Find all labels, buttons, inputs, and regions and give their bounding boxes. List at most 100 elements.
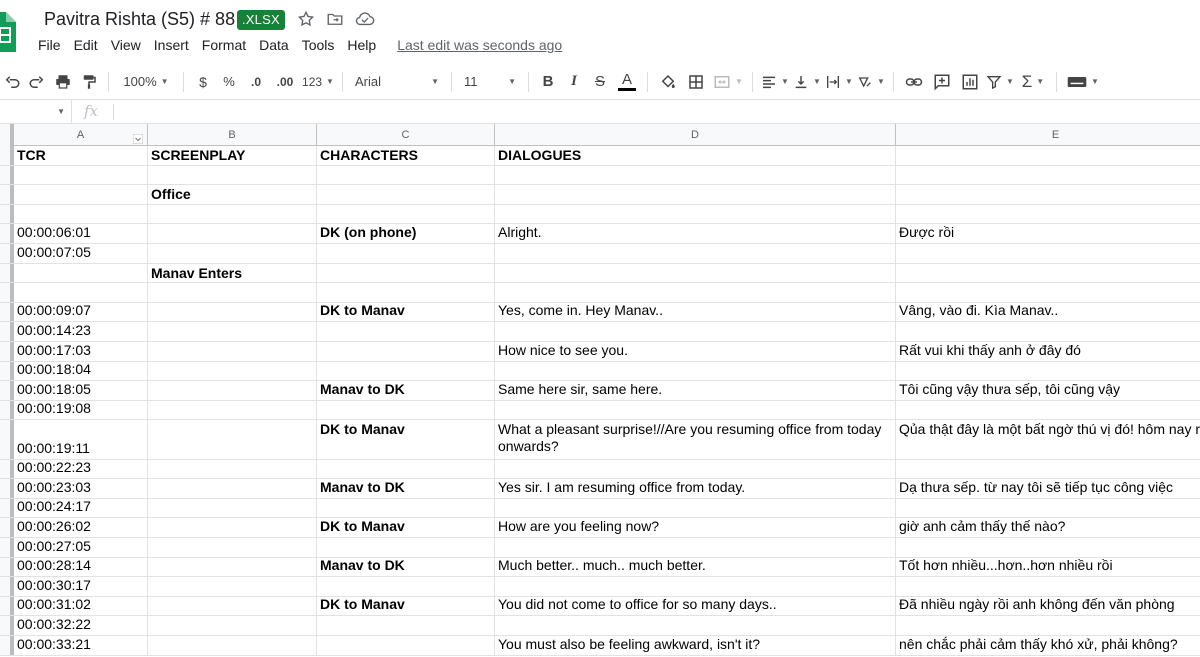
cell-b[interactable]	[148, 283, 317, 302]
row-header[interactable]	[0, 400, 14, 420]
cell-d[interactable]	[495, 204, 896, 224]
cell-d[interactable]: What a pleasant surprise!//Are you resum…	[495, 420, 896, 459]
column-header-b[interactable]: B	[148, 124, 317, 146]
filter-icon[interactable]: ▼	[984, 68, 1016, 96]
cell-a[interactable]	[14, 283, 148, 302]
cell-e[interactable]: Dạ thưa sếp. từ nay tôi sẽ tiếp tục công…	[896, 479, 1200, 498]
cell-e[interactable]	[896, 616, 1200, 635]
cell-b[interactable]	[148, 165, 317, 185]
row-header[interactable]	[0, 185, 14, 204]
cell-a[interactable]: 00:00:14:23	[14, 322, 148, 341]
cell-c[interactable]: CHARACTERS	[317, 146, 495, 165]
row-header[interactable]	[0, 479, 14, 498]
cell-a[interactable]: TCR	[14, 146, 148, 165]
cell-e[interactable]	[896, 499, 1200, 518]
star-icon[interactable]	[297, 10, 315, 28]
cell-b[interactable]	[148, 361, 317, 381]
cell-a[interactable]: 00:00:07:05	[14, 244, 148, 263]
cell-d[interactable]: Much better.. much.. much better.	[495, 557, 896, 577]
cell-a[interactable]: 00:00:26:02	[14, 518, 148, 537]
more-formats-button[interactable]: 123 ▼	[300, 68, 336, 96]
menu-data[interactable]: Data	[259, 37, 289, 53]
cell-a[interactable]: 00:00:19:11	[14, 420, 148, 459]
cell-a[interactable]: 00:00:24:17	[14, 498, 148, 518]
cell-c[interactable]	[317, 322, 495, 341]
cell-c[interactable]: Manav to DK	[317, 479, 495, 498]
cell-d[interactable]	[495, 322, 896, 341]
menu-tools[interactable]: Tools	[302, 37, 335, 53]
cell-d[interactable]	[495, 283, 896, 302]
cell-a[interactable]: 00:00:28:14	[14, 557, 148, 577]
cell-b[interactable]	[148, 459, 317, 479]
cell-e[interactable]: Tốt hơn nhiều...hơn..hơn nhiều rồi	[896, 558, 1200, 577]
row-header[interactable]	[0, 498, 14, 518]
document-title[interactable]: Pavitra Rishta (S5) # 88	[44, 9, 235, 30]
insert-chart-icon[interactable]	[956, 68, 984, 96]
cell-d[interactable]	[495, 498, 896, 518]
name-box[interactable]: ▼	[0, 100, 72, 124]
input-tools-icon[interactable]: ▼	[1063, 68, 1103, 96]
cell-d[interactable]	[495, 165, 896, 185]
cell-c[interactable]	[317, 636, 495, 655]
cell-b[interactable]	[148, 616, 317, 635]
row-header[interactable]	[0, 165, 14, 185]
row-header[interactable]	[0, 322, 14, 341]
cell-b[interactable]	[148, 518, 317, 537]
cell-c[interactable]	[317, 498, 495, 518]
column-header-e[interactable]: E	[896, 124, 1200, 146]
cell-b[interactable]	[148, 479, 317, 498]
cell-e[interactable]: Rất vui khi thấy anh ở đây đó	[896, 342, 1200, 361]
increase-decimal-button[interactable]: .00	[270, 68, 300, 96]
column-header-a[interactable]: A	[14, 124, 148, 146]
cell-c[interactable]: Manav to DK	[317, 557, 495, 577]
cell-b[interactable]	[148, 420, 317, 459]
row-header[interactable]	[0, 538, 14, 557]
cell-c[interactable]	[317, 283, 495, 302]
cell-d[interactable]	[495, 263, 896, 283]
cell-c[interactable]: DK to Manav	[317, 302, 495, 322]
cell-e[interactable]	[896, 362, 1200, 381]
cell-a[interactable]: 00:00:06:01	[14, 224, 148, 243]
cell-c[interactable]	[317, 263, 495, 283]
row-header[interactable]	[0, 518, 14, 537]
cell-a[interactable]	[14, 204, 148, 224]
cell-d[interactable]: Yes, come in. Hey Manav..	[495, 302, 896, 322]
cell-c[interactable]	[317, 342, 495, 361]
cell-b[interactable]: SCREENPLAY	[148, 146, 317, 165]
cell-c[interactable]: Manav to DK	[317, 381, 495, 400]
cell-e[interactable]: Được rồi	[896, 224, 1200, 243]
cell-e[interactable]	[896, 283, 1200, 302]
row-header[interactable]	[0, 381, 14, 400]
cell-b[interactable]	[148, 204, 317, 224]
row-header[interactable]	[0, 283, 14, 302]
cell-d[interactable]: Alright.	[495, 224, 896, 243]
cell-b[interactable]	[148, 381, 317, 400]
undo-icon[interactable]	[0, 68, 24, 96]
cell-d[interactable]: How are you feeling now?	[495, 518, 896, 537]
cell-a[interactable]: 00:00:27:05	[14, 538, 148, 557]
insert-comment-icon[interactable]	[928, 68, 956, 96]
cell-c[interactable]	[317, 244, 495, 263]
cell-d[interactable]: Yes sir. I am resuming office from today…	[495, 479, 896, 498]
menu-view[interactable]: View	[111, 37, 141, 53]
cell-c[interactable]: DK to Manav	[317, 420, 495, 459]
cell-a[interactable]: 00:00:22:23	[14, 459, 148, 479]
sheets-logo-icon[interactable]	[0, 12, 16, 52]
cell-d[interactable]: Same here sir, same here.	[495, 381, 896, 400]
row-header[interactable]	[0, 557, 14, 577]
cell-c[interactable]	[317, 538, 495, 557]
cell-a[interactable]: 00:00:19:08	[14, 400, 148, 420]
cell-b[interactable]	[148, 244, 317, 263]
row-header[interactable]	[0, 420, 14, 459]
italic-button[interactable]: I	[561, 68, 587, 96]
row-header[interactable]	[0, 596, 14, 616]
cell-a[interactable]	[14, 263, 148, 283]
menu-insert[interactable]: Insert	[154, 37, 189, 53]
text-color-button[interactable]: A	[613, 68, 641, 96]
redo-icon[interactable]	[24, 68, 50, 96]
cell-e[interactable]	[896, 205, 1200, 224]
cell-d[interactable]	[495, 616, 896, 635]
cell-a[interactable]: 00:00:30:17	[14, 577, 148, 596]
font-select[interactable]: Arial ▼	[349, 68, 445, 96]
row-header[interactable]	[0, 577, 14, 596]
